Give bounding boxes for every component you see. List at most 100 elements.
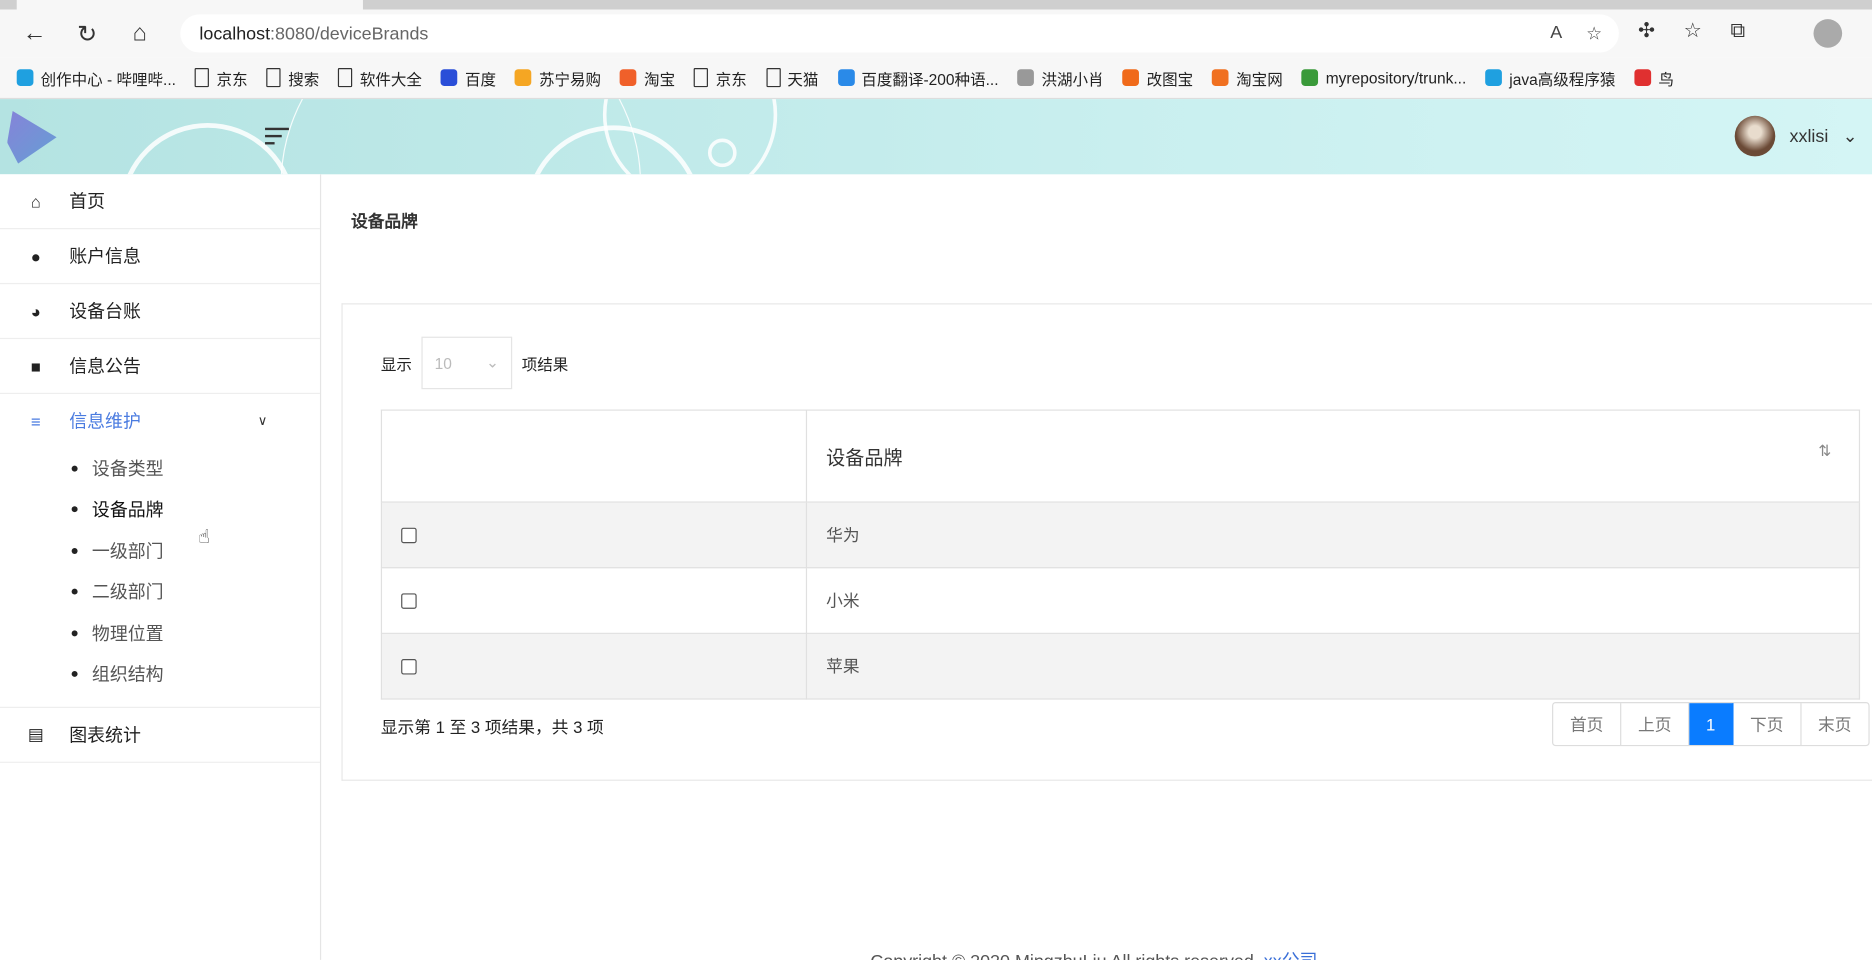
bookmark-label: 京东 [216,69,248,88]
bookmark-item[interactable]: 淘宝网 [1212,66,1283,89]
app-header: xxlisi ⌄ [0,99,1872,175]
bookmark-label: 百度翻译-200种语... [861,69,999,88]
sidebar-item-charts[interactable]: ▤ 图表统计 [0,708,320,763]
menu-toggle-icon[interactable] [265,127,289,149]
chevron-down-icon: ⌄ [486,353,500,372]
sidebar-item-maintenance[interactable]: ≡ 信息维护 ∨ [0,394,320,448]
address-bar[interactable]: i localhost:8080/deviceBrands A☆ [180,14,1619,445]
submenu: 设备类型 设备品牌 一级部门 二级部门 物理位置 组织结构 [0,448,320,708]
bookmark-label: java高级程序猿 [1509,69,1616,88]
next-page-button[interactable]: 下页 [1733,703,1802,745]
bookmark-item[interactable]: 鸟 [1634,66,1674,89]
bookmark-label: 淘宝网 [1236,69,1283,88]
bookmark-item[interactable]: 百度翻译-200种语... [837,66,999,89]
bookmark-item[interactable]: 京东 [195,66,248,89]
bookmark-item[interactable]: 洪湖小肖 [1017,66,1104,89]
chevron-down-icon: ⌄ [1842,126,1858,147]
bookmark-item[interactable]: 搜索 [266,66,319,89]
user-menu[interactable]: xxlisi ⌄ [1734,115,1858,157]
site-favicon-icon [620,69,637,86]
submenu-item[interactable]: 组织结构 [72,654,320,695]
site-favicon-icon [1301,69,1319,86]
footer: Copyright © 2020 MingzhuLiu All rights r… [870,948,1317,960]
result-label: 项结果 [521,355,569,374]
site-favicon-icon [1212,69,1229,86]
page-icon [195,68,210,88]
page-size-value: 10 [434,353,452,372]
copyright-text: Copyright © 2020 MingzhuLiu All rights r… [870,952,1263,960]
first-page-button[interactable]: 首页 [1553,703,1622,745]
favorite-add-icon[interactable]: ☆ [1586,23,1602,44]
page-icon [694,68,709,88]
prev-page-button[interactable]: 上页 [1621,703,1690,745]
bookmark-item[interactable]: 天猫 [765,66,818,89]
bookmark-item[interactable]: 软件大全 [338,66,422,89]
main-content: 设备品牌 显示 10 ⌄ 项结果 设备品牌 ⇅ 华为 小米 苹果 显示第 1 至 3… [321,174,1872,960]
submenu-item-active[interactable]: 设备品牌 [72,489,320,530]
bookmark-label: 淘宝 [644,69,676,88]
page-icon [765,68,781,88]
site-favicon-icon [837,69,855,86]
site-favicon-icon [1485,69,1503,86]
document-icon: ▤ [27,724,44,744]
profile-icon[interactable] [1813,19,1843,48]
bookmark-item[interactable]: java高级程序猿 [1485,66,1615,89]
label: 账户信息 [69,247,141,268]
site-favicon-icon [16,69,34,86]
submenu-item[interactable]: 一级部门 [72,530,320,571]
collections-icon[interactable]: ⧉ [1731,19,1745,43]
last-page-button[interactable]: 末页 [1801,703,1868,745]
refresh-icon[interactable]: ↻ [69,16,105,52]
site-favicon-icon [515,69,532,86]
bookmark-label: 改图宝 [1146,69,1194,88]
bookmark-label: 京东 [715,69,747,88]
favorites-icon[interactable]: ☆ [1684,19,1702,43]
sidebar-item-home[interactable]: ⌂ 首页 [0,174,320,230]
bookmark-item[interactable]: 创作中心 - 哔哩哔... [16,66,176,89]
message-icon: ■ [30,356,41,376]
sidebar: ⌂ 首页 ● 账户信息 ◕ 设备台账 ■ 信息公告 ≡ 信息维护 ∨ 设备类型 设备品牌 一… [0,174,322,960]
chevron-down-icon: ∨ [257,414,268,429]
sidebar-item-notice[interactable]: ■ 信息公告 [0,339,320,394]
bookmark-item[interactable]: myrepository/trunk... [1301,69,1466,87]
label: 图表统计 [69,725,141,747]
page-icon [338,68,353,88]
page-size-select[interactable]: 10 ⌄ [421,336,513,390]
url-path: :8080/deviceBrands [270,23,429,44]
sort-icon[interactable]: ⇅ [1818,442,1831,461]
sidebar-item-account[interactable]: ● 账户信息 [0,229,320,285]
bookmark-item[interactable]: 改图宝 [1122,66,1194,89]
home-icon[interactable]: ⌂ [122,16,158,52]
avatar [1734,115,1776,157]
submenu-item[interactable]: 设备类型 [72,448,320,489]
row-checkbox[interactable] [401,592,417,609]
extensions-icon[interactable]: ✣ [1638,19,1655,43]
read-aloud-icon[interactable]: A [1550,23,1562,44]
url-host: localhost [199,23,271,44]
row-checkbox[interactable] [401,527,417,543]
page-1-button[interactable]: 1 [1689,703,1734,745]
user-icon: ● [30,246,41,266]
back-icon[interactable]: ← [17,16,53,52]
sidebar-item-ledger[interactable]: ◕ 设备台账 [0,284,320,340]
brand-column-header[interactable]: 设备品牌 ⇅ [805,409,1861,503]
table-row: 小米 [380,567,1861,634]
bookmark-item[interactable]: 苏宁易购 [515,66,601,89]
select-column-header [380,409,808,503]
page-title: 设备品牌 [351,211,418,231]
company-link[interactable]: xx公司 [1264,952,1318,960]
browser-toolbar: ← ↻ ⌂ i localhost:8080/deviceBrands A☆ ✣… [0,9,1872,445]
list-icon: ≡ [30,411,41,431]
show-label: 显示 [380,355,412,374]
username: xxlisi [1789,125,1829,147]
bookmark-item[interactable]: 京东 [694,66,747,89]
submenu-item[interactable]: 物理位置 [72,612,320,653]
bookmark-item[interactable]: 百度 [441,66,496,89]
hand-cursor-icon: ☝ [198,527,210,548]
submenu-item[interactable]: 二级部门 [72,571,320,612]
bookmark-item[interactable]: 淘宝 [620,66,675,89]
row-checkbox[interactable] [401,658,417,674]
active-tab[interactable] [16,0,363,10]
site-favicon-icon [1017,69,1035,86]
pagination: 首页 上页 1 下页 末页 [1552,702,1870,747]
